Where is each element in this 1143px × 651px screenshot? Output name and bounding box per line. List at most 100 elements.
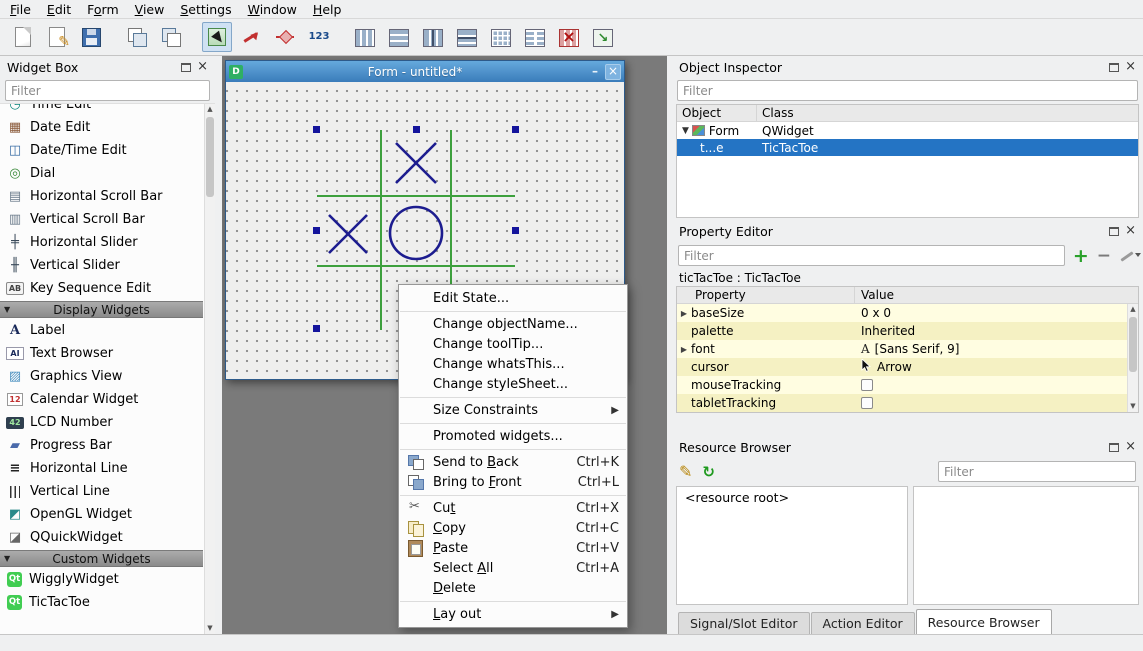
menu-window[interactable]: Window xyxy=(240,1,305,18)
context-item-select-all[interactable]: Select AllCtrl+A xyxy=(399,558,627,578)
widget-list-scrollbar[interactable]: ▲ ▼ xyxy=(204,104,215,634)
remove-property-icon[interactable]: − xyxy=(1097,248,1111,264)
edit-buddies-button[interactable] xyxy=(270,22,300,52)
widget-item-vertical-slider[interactable]: ╫Vertical Slider xyxy=(0,254,203,277)
widget-item-horizontal-line[interactable]: ≡Horizontal Line xyxy=(0,457,203,480)
scroll-down-icon[interactable]: ▼ xyxy=(1128,401,1138,412)
minimize-button[interactable] xyxy=(587,64,603,80)
widget-box-filter-input[interactable] xyxy=(5,80,210,101)
property-row-palette[interactable]: paletteInherited xyxy=(677,322,1138,340)
resize-handle-bottom-left[interactable] xyxy=(313,325,320,332)
tab-action-editor[interactable]: Action Editor xyxy=(811,612,915,634)
menu-edit[interactable]: Edit xyxy=(39,1,79,18)
edit-resources-icon[interactable]: ✎ xyxy=(679,464,692,480)
scroll-up-icon[interactable]: ▲ xyxy=(1128,304,1138,315)
property-row-cursor[interactable]: cursorArrow xyxy=(677,358,1138,376)
context-item-send-to-back[interactable]: Send to BackCtrl+K xyxy=(399,452,627,472)
widget-item-dial[interactable]: ◎Dial xyxy=(0,162,203,185)
new-form-button[interactable] xyxy=(8,22,38,52)
scroll-up-icon[interactable]: ▲ xyxy=(205,104,215,115)
context-item-edit-state[interactable]: Edit State... xyxy=(399,288,627,308)
add-property-icon[interactable]: + xyxy=(1073,248,1089,264)
object-row-form[interactable]: ▼FormQWidget xyxy=(677,122,1138,139)
context-item-promoted-widgets[interactable]: Promoted widgets... xyxy=(399,426,627,446)
context-item-size-constraints[interactable]: Size Constraints▶ xyxy=(399,400,627,420)
resource-root-item[interactable]: <resource root> xyxy=(685,490,789,505)
widget-item-date-edit[interactable]: ▦Date Edit xyxy=(0,116,203,139)
checkbox[interactable] xyxy=(861,397,873,409)
tab-signal-slot-editor[interactable]: Signal/Slot Editor xyxy=(678,612,810,634)
duplicate-window-button[interactable] xyxy=(122,22,152,52)
form-titlebar[interactable]: D Form - untitled* xyxy=(226,61,624,82)
adjust-size-button[interactable] xyxy=(588,22,618,52)
context-item-change-objectname[interactable]: Change objectName... xyxy=(399,314,627,334)
edit-signals-slots-button[interactable] xyxy=(236,22,266,52)
resize-handle-top-left[interactable] xyxy=(313,126,320,133)
property-row-basesize[interactable]: ▶baseSize0 x 0 xyxy=(677,304,1138,322)
property-row-mousetracking[interactable]: mouseTracking xyxy=(677,376,1138,394)
widget-item-time-edit[interactable]: ◷Time Edit xyxy=(0,103,203,116)
widget-item-text-browser[interactable]: AIText Browser xyxy=(0,342,203,365)
widget-item-key-sequence-edit[interactable]: ABKey Sequence Edit xyxy=(0,277,203,300)
column-class[interactable]: Class xyxy=(757,105,1138,121)
close-button[interactable] xyxy=(605,64,621,80)
resize-handle-top-right[interactable] xyxy=(512,126,519,133)
property-table-scrollbar[interactable]: ▲ ▼ xyxy=(1127,304,1138,412)
save-form-button[interactable] xyxy=(76,22,106,52)
widget-item-wigglywidget[interactable]: QtWigglyWidget xyxy=(0,568,203,591)
checkbox[interactable] xyxy=(861,379,873,391)
layout-form-button[interactable] xyxy=(520,22,550,52)
resource-filter-input[interactable] xyxy=(938,461,1136,482)
context-item-cut[interactable]: CutCtrl+X xyxy=(399,498,627,518)
column-property[interactable]: Property xyxy=(677,287,855,303)
resize-handle-middle-left[interactable] xyxy=(313,227,320,234)
context-item-change-stylesheet[interactable]: Change styleSheet... xyxy=(399,374,627,394)
scroll-down-icon[interactable]: ▼ xyxy=(205,623,215,634)
widget-item-opengl-widget[interactable]: ◩OpenGL Widget xyxy=(0,503,203,526)
float-dock-icon[interactable] xyxy=(1109,443,1119,452)
menu-settings[interactable]: Settings xyxy=(172,1,239,18)
object-inspector-filter-input[interactable] xyxy=(677,80,1138,101)
layout-splitter-horizontal-button[interactable] xyxy=(418,22,448,52)
edit-tab-order-button[interactable] xyxy=(304,22,334,52)
widget-section-custom-widgets[interactable]: ▼Custom Widgets xyxy=(0,550,203,567)
float-dock-icon[interactable] xyxy=(181,63,191,72)
widget-item-tictactoe[interactable]: QtTicTacToe xyxy=(0,591,203,614)
widget-item-progress-bar[interactable]: ▰Progress Bar xyxy=(0,434,203,457)
reload-resources-icon[interactable]: ↻ xyxy=(702,464,715,480)
context-item-delete[interactable]: Delete xyxy=(399,578,627,598)
close-dock-icon[interactable] xyxy=(197,62,208,72)
layout-vertical-button[interactable] xyxy=(384,22,414,52)
context-item-change-whatsthis[interactable]: Change whatsThis... xyxy=(399,354,627,374)
close-dock-icon[interactable] xyxy=(1125,442,1136,452)
close-dock-icon[interactable] xyxy=(1125,226,1136,236)
column-object[interactable]: Object xyxy=(677,105,757,121)
column-value[interactable]: Value xyxy=(855,287,1138,303)
widget-item-horizontal-slider[interactable]: ╪Horizontal Slider xyxy=(0,231,203,254)
property-row-font[interactable]: ▶fontA[Sans Serif, 9] xyxy=(677,340,1138,358)
menu-help[interactable]: Help xyxy=(305,1,350,18)
float-dock-icon[interactable] xyxy=(1109,227,1119,236)
context-item-paste[interactable]: PasteCtrl+V xyxy=(399,538,627,558)
close-dock-icon[interactable] xyxy=(1125,62,1136,72)
layout-grid-button[interactable] xyxy=(486,22,516,52)
break-layout-button[interactable] xyxy=(554,22,584,52)
float-dock-icon[interactable] xyxy=(1109,63,1119,72)
layout-splitter-vertical-button[interactable] xyxy=(452,22,482,52)
tab-resource-browser[interactable]: Resource Browser xyxy=(916,609,1052,634)
resize-handle-middle-right[interactable] xyxy=(512,227,519,234)
edit-widgets-button[interactable] xyxy=(202,22,232,52)
context-item-copy[interactable]: CopyCtrl+C xyxy=(399,518,627,538)
menu-view[interactable]: View xyxy=(127,1,173,18)
open-form-button[interactable] xyxy=(42,22,72,52)
widget-item-vertical-scroll-bar[interactable]: ▥Vertical Scroll Bar xyxy=(0,208,203,231)
splitter-left[interactable] xyxy=(215,56,222,634)
widget-item-label[interactable]: ALabel xyxy=(0,319,203,342)
menu-form[interactable]: Form xyxy=(79,1,127,18)
widget-item-qquickwidget[interactable]: ◪QQuickWidget xyxy=(0,526,203,549)
widget-item-calendar-widget[interactable]: 12Calendar Widget xyxy=(0,388,203,411)
menu-file[interactable]: File xyxy=(2,1,39,18)
widget-section-display-widgets[interactable]: ▼Display Widgets xyxy=(0,301,203,318)
scrollbar-thumb[interactable] xyxy=(1129,317,1137,372)
widget-item-horizontal-scroll-bar[interactable]: ▤Horizontal Scroll Bar xyxy=(0,185,203,208)
